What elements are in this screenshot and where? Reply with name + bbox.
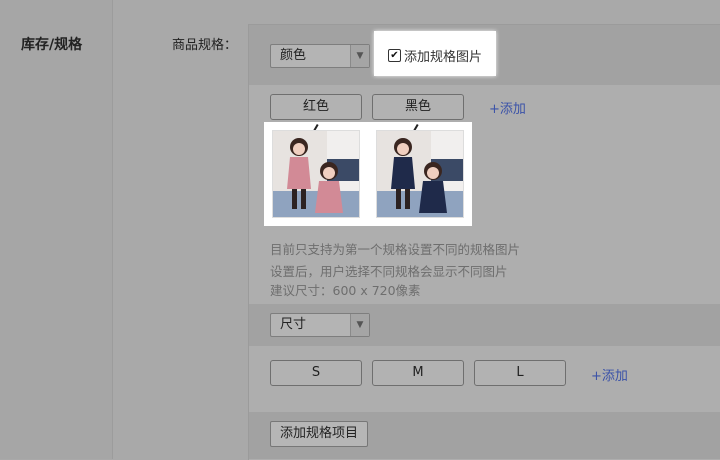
checkbox-checked-icon[interactable]: ✔ <box>388 49 401 62</box>
spec-value-chip[interactable]: L <box>474 360 566 386</box>
hint-text: 建议尺寸：600 x 720像素 <box>270 283 421 298</box>
spec-value-chip[interactable]: 黑色 <box>372 94 464 120</box>
section-title: 库存/规格 <box>21 37 83 53</box>
left-column <box>0 0 113 459</box>
add-spec-value-link[interactable]: +添加 <box>591 365 628 384</box>
add-spec-item-button[interactable]: 添加规格项目 <box>270 421 368 447</box>
spec-type-select-value: 尺寸 <box>280 317 307 332</box>
spec-type-select-value: 颜色 <box>280 48 307 63</box>
spec-type-select-size[interactable]: 尺寸 ▼ <box>270 313 370 337</box>
spec-value-chip[interactable]: M <box>372 360 464 386</box>
product-photo-pink-coat-icon <box>273 131 359 217</box>
spec-value-chip[interactable]: S <box>270 360 362 386</box>
chevron-down-icon[interactable]: ▼ <box>350 314 369 336</box>
spec-field-label: 商品规格： <box>172 38 238 53</box>
spec-value-chip[interactable]: 红色 <box>270 94 362 120</box>
hint-text: 设置后，用户选择不同规格会显示不同图片 <box>270 264 508 279</box>
spec-type-select-color[interactable]: 颜色 ▼ <box>270 44 370 68</box>
spec-image-thumbnail[interactable] <box>272 130 360 218</box>
add-spec-image-checkbox[interactable]: ✔ 添加规格图片 <box>374 31 496 76</box>
spec-image-area <box>264 122 472 226</box>
hint-text: 目前只支持为第一个规格设置不同的规格图片 <box>270 242 521 257</box>
add-spec-image-label: 添加规格图片 <box>404 50 483 65</box>
add-spec-value-link[interactable]: +添加 <box>489 98 526 117</box>
chevron-down-icon[interactable]: ▼ <box>350 45 369 67</box>
product-photo-navy-coat-icon <box>377 131 463 217</box>
spec-image-thumbnail[interactable] <box>376 130 464 218</box>
